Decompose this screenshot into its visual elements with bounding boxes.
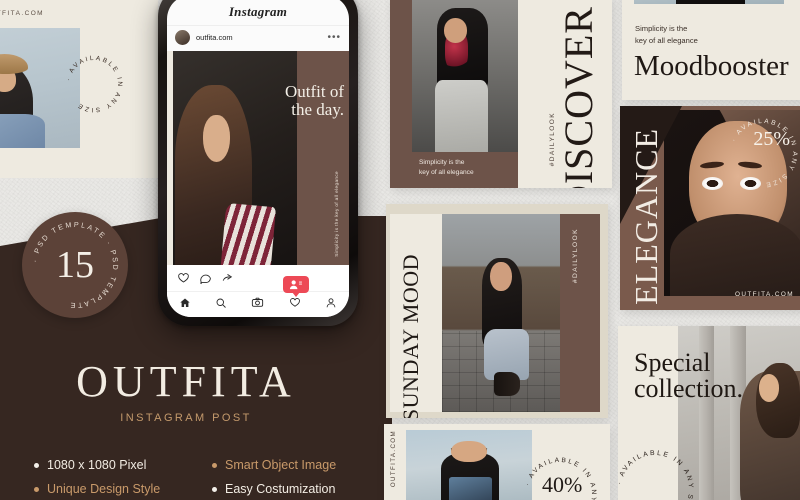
- card-top-left-collection[interactable]: collection. OUTFITA.COM · AVAILABLE IN A…: [0, 0, 158, 178]
- card-moodbooster[interactable]: Simplicity is the key of all elegance Mo…: [622, 0, 800, 100]
- post-heading: Outfit of the day.: [240, 82, 344, 120]
- card-sunday-mood[interactable]: SUNDAY MOOD #DAILYLOOK: [386, 204, 608, 418]
- svg-text:· AVAILABLE IN ANY SIZE: · AVAILABLE IN ANY SIZE: [618, 450, 694, 500]
- like-icon[interactable]: [177, 272, 190, 285]
- activity-heart-icon[interactable]: [289, 296, 301, 314]
- elegance-title: ELEGANCE: [628, 128, 664, 305]
- search-icon[interactable]: [215, 296, 227, 314]
- list-item: Easy Costumization: [212, 482, 380, 496]
- card-discover[interactable]: Simplicity is the key of all elegance DI…: [390, 0, 612, 188]
- feature-label: 1080 x 1080 Pixel: [47, 458, 147, 472]
- discover-caption-line-2: key of all elegance: [419, 169, 474, 177]
- photo-moodbooster: [634, 0, 784, 4]
- psd-template-badge[interactable]: 15 · PSD TEMPLATE · PSD TEMPLATE: [22, 212, 128, 318]
- phone-mockup[interactable]: Instagram outfita.com ••• Outfit of the …: [158, 0, 358, 326]
- photo-sale-forty: [406, 430, 532, 500]
- page-title: OUTFITA: [76, 357, 296, 406]
- photo-discover-model: [412, 0, 518, 152]
- bullet-dot: [34, 486, 39, 492]
- feature-label: Unique Design Style: [47, 482, 161, 496]
- collection-title: collection.: [0, 0, 91, 4]
- svg-text:· AVAILABLE IN ANY SIZE: · AVAILABLE IN ANY SIZE: [65, 55, 123, 113]
- discover-caption-line-1: Simplicity is the: [419, 159, 465, 166]
- bullet-dot: [34, 462, 39, 468]
- post-heading-line-2: the day.: [291, 100, 344, 120]
- card-special-collection[interactable]: Special collection. · AVAILABLE IN ANY S…: [618, 326, 800, 500]
- list-item: Unique Design Style: [34, 482, 202, 496]
- camera-icon[interactable]: [251, 296, 264, 314]
- svg-text:· AVAILABLE IN ANY SIZE: · AVAILABLE IN ANY SIZE: [524, 457, 597, 500]
- available-size-ring-elegance: · AVAILABLE IN ANY SIZE: [724, 114, 800, 192]
- moodbooster-caption-line-2: key of all elegance: [635, 36, 698, 45]
- poster-canvas: collection. OUTFITA.COM · AVAILABLE IN A…: [0, 0, 800, 500]
- bullet-dot: [212, 462, 217, 468]
- phone-screen[interactable]: Instagram outfita.com ••• Outfit of the …: [167, 0, 349, 317]
- card-elegance[interactable]: ELEGANCE 25% · AVAILABLE IN ANY SIZE OUT…: [620, 106, 800, 310]
- post-actions[interactable]: [167, 265, 349, 291]
- svg-text:· AVAILABLE IN ANY SIZE: · AVAILABLE IN ANY SIZE: [731, 118, 799, 188]
- photo-sunday-mood: [442, 214, 560, 412]
- feature-label: Easy Costumization: [225, 482, 336, 496]
- moodbooster-caption-line-1: Simplicity is the: [635, 24, 688, 33]
- feature-list: 1080 x 1080 Pixel Smart Object Image Uni…: [34, 458, 380, 496]
- share-icon[interactable]: [221, 272, 234, 285]
- sunday-mood-title: SUNDAY MOOD: [398, 254, 423, 418]
- svg-text:· PSD TEMPLATE · PSD TEMPLATE: · PSD TEMPLATE · PSD TEMPLATE: [30, 220, 120, 310]
- bottom-tab-bar[interactable]: [167, 276, 349, 317]
- discover-caption-box: Simplicity is the key of all elegance: [412, 152, 518, 188]
- elegance-website: OUTFITA.COM: [734, 291, 794, 298]
- discover-title: DISCOVER: [556, 6, 601, 188]
- collection-website: OUTFITA.COM: [0, 10, 45, 17]
- list-item: Smart Object Image: [212, 458, 380, 472]
- available-size-ring-1: · AVAILABLE IN ANY SIZE: [62, 52, 126, 116]
- post-image[interactable]: Outfit of the day. Simplicity is the key…: [167, 51, 349, 265]
- badge-ring-text: · PSD TEMPLATE · PSD TEMPLATE: [22, 212, 128, 318]
- sunday-brown-strip: [560, 214, 600, 412]
- sale-forty-website: OUTFITA.COM: [390, 430, 397, 488]
- feature-label: Smart Object Image: [225, 458, 337, 472]
- more-options-icon[interactable]: •••: [327, 32, 341, 42]
- post-header: outfita.com •••: [167, 25, 349, 51]
- page-subtitle: INSTAGRAM POST: [120, 412, 252, 424]
- list-item: 1080 x 1080 Pixel: [34, 458, 202, 472]
- moodbooster-title: Moodbooster: [634, 50, 789, 82]
- post-heading-line-1: Outfit of: [284, 82, 344, 102]
- new-follower-badge: [283, 276, 309, 297]
- special-collection-title-line-2: collection.: [634, 374, 744, 403]
- post-side-caption: Simplicity is the key of all elegance: [334, 171, 340, 257]
- card-sale-forty[interactable]: OUTFITA.COM 40% · AVAILABLE IN ANY SIZE: [384, 424, 610, 500]
- profile-icon[interactable]: [325, 296, 337, 314]
- discover-hashtag: #DAILYLOOK: [549, 111, 556, 166]
- sunday-mood-hashtag: #DAILYLOOK: [572, 228, 579, 284]
- avatar[interactable]: [175, 30, 190, 45]
- available-size-ring-forty: · AVAILABLE IN ANY SIZE: [518, 452, 602, 500]
- comment-icon[interactable]: [199, 272, 212, 285]
- bullet-dot: [212, 486, 217, 492]
- available-size-ring-special: · AVAILABLE IN ANY SIZE: [618, 444, 700, 500]
- post-username[interactable]: outfita.com: [196, 33, 321, 42]
- discover-left-brown-strip: [390, 0, 412, 188]
- home-icon[interactable]: [179, 296, 191, 314]
- instagram-logo: Instagram: [228, 4, 288, 19]
